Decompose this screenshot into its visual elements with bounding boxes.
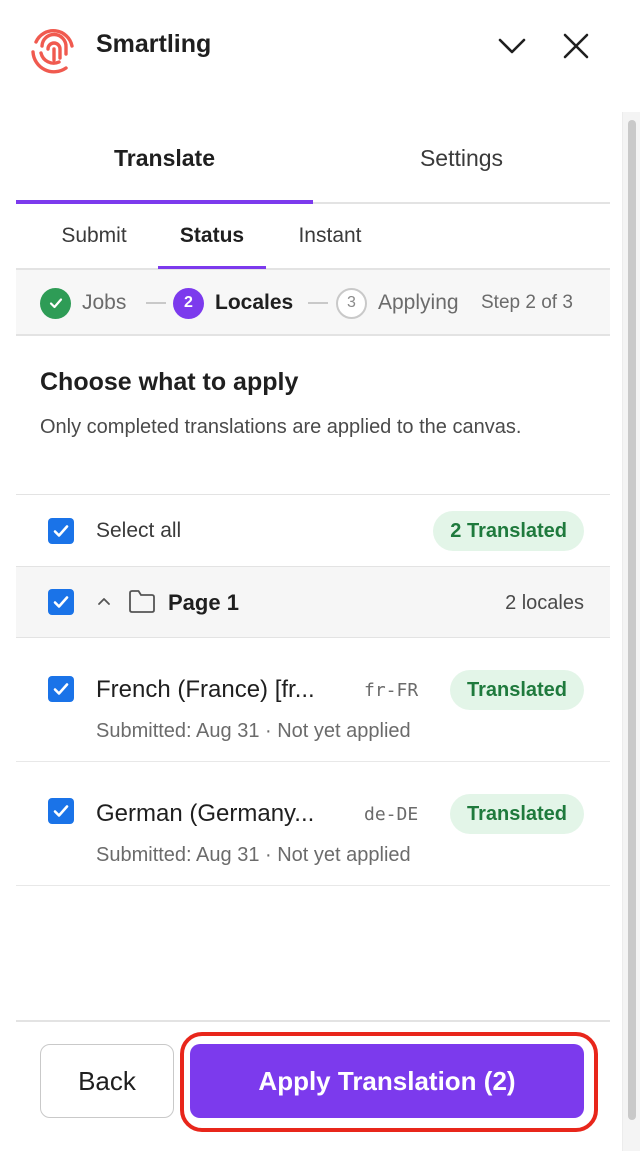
locale-submission-info: Submitted: Aug 31 · Not yet applied: [96, 844, 411, 866]
locale-code: fr-FR: [364, 680, 419, 701]
page-name: Page 1: [168, 590, 239, 615]
section-description: Only completed translations are applied …: [40, 416, 522, 438]
translated-count-badge: 2 Translated: [433, 511, 584, 551]
select-all-row[interactable]: Select all 2 Translated: [16, 494, 610, 566]
step-jobs: Jobs: [40, 270, 126, 336]
locale-row-de-de[interactable]: German (Germany... de-DE Translated Subm…: [16, 762, 610, 886]
checkmark-icon: [53, 596, 69, 608]
panel-header: Smartling: [0, 0, 640, 95]
locale-row-fr-fr[interactable]: French (France) [fr... fr-FR Translated …: [16, 638, 610, 762]
step-applying: 3 Applying: [336, 270, 459, 336]
step-separator: [146, 302, 166, 304]
step-number: 3: [336, 287, 367, 319]
action-footer: Back Apply Translation (2): [16, 1020, 610, 1151]
subtab-instant[interactable]: Instant: [280, 204, 380, 268]
apply-translation-button[interactable]: Apply Translation (2): [190, 1044, 584, 1118]
page-locale-count: 2 locales: [505, 591, 584, 614]
locale-code: de-DE: [364, 804, 419, 825]
back-button[interactable]: Back: [40, 1044, 174, 1118]
step-separator: [308, 302, 328, 304]
step-count-label: Step 2 of 3: [481, 292, 573, 313]
translated-status-badge: Translated: [449, 670, 584, 710]
locale-name: French (France) [fr...: [96, 676, 315, 703]
scrollbar-thumb[interactable]: [628, 120, 636, 1120]
step-label: Locales: [215, 291, 294, 314]
smartling-logo-icon: [31, 29, 74, 74]
translated-status-badge: Translated: [449, 794, 584, 834]
subtab-submit[interactable]: Submit: [44, 204, 144, 268]
tab-settings[interactable]: Settings: [313, 112, 610, 204]
subtab-status[interactable]: Status: [158, 204, 266, 268]
section-title: Choose what to apply: [40, 368, 299, 396]
locale-name: German (Germany...: [96, 800, 315, 827]
active-subtab-indicator: [158, 266, 266, 269]
tab-translate[interactable]: Translate: [16, 112, 313, 204]
collapse-button[interactable]: [492, 26, 532, 66]
checkmark-icon: [53, 805, 69, 817]
locale-checkbox[interactable]: [48, 676, 74, 702]
step-locales: 2 Locales: [173, 270, 293, 336]
close-icon: [563, 33, 589, 59]
select-all-label: Select all: [96, 519, 182, 542]
select-all-checkbox[interactable]: [48, 518, 74, 544]
locale-submission-info: Submitted: Aug 31 · Not yet applied: [96, 720, 411, 742]
page-group-row[interactable]: Page 1 2 locales: [16, 566, 610, 638]
apply-intro: Choose what to apply Only completed tran…: [40, 366, 590, 444]
step-number: 2: [173, 287, 204, 319]
checkmark-icon: [53, 683, 69, 695]
step-complete-check-icon: [40, 287, 71, 319]
step-label: Jobs: [82, 291, 127, 314]
page-group-checkbox[interactable]: [48, 589, 74, 615]
folder-icon: [129, 590, 155, 613]
main-tabs: Translate Settings: [16, 112, 610, 204]
chevron-down-icon: [498, 38, 526, 54]
checkmark-icon: [53, 525, 69, 537]
progress-stepper: Jobs 2 Locales 3 Applying Step 2 of 3: [16, 270, 610, 336]
close-button[interactable]: [556, 26, 596, 66]
locale-checkbox[interactable]: [48, 798, 74, 824]
app-title: Smartling: [96, 30, 212, 58]
panel-scrollbar[interactable]: [622, 112, 640, 1151]
chevron-up-icon[interactable]: [94, 591, 114, 611]
step-label: Applying: [378, 291, 459, 314]
sub-tabs: Submit Status Instant: [16, 204, 610, 270]
